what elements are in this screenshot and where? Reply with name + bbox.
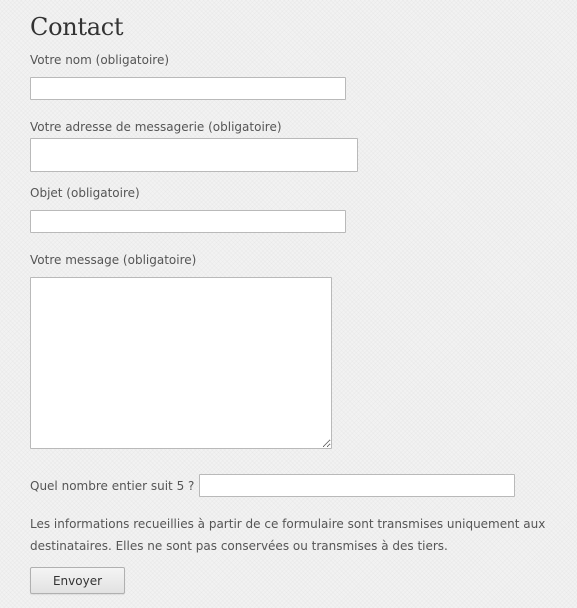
subject-input[interactable] — [30, 210, 346, 233]
captcha-question: Quel nombre entier suit 5 ? — [30, 479, 195, 493]
message-textarea[interactable] — [30, 277, 332, 449]
subject-label: Objet (obligatoire) — [30, 186, 140, 200]
privacy-notice: Les informations recueillies à partir de… — [30, 517, 546, 553]
email-label: Votre adresse de messagerie (obligatoire… — [30, 120, 282, 134]
name-label: Votre nom (obligatoire) — [30, 53, 170, 67]
name-input[interactable] — [30, 77, 346, 100]
captcha-input[interactable] — [199, 474, 515, 497]
page-title: Contact — [30, 13, 124, 41]
email-input[interactable] — [30, 138, 358, 172]
message-label: Votre message (obligatoire) — [30, 253, 197, 267]
submit-button[interactable]: Envoyer — [30, 567, 125, 594]
